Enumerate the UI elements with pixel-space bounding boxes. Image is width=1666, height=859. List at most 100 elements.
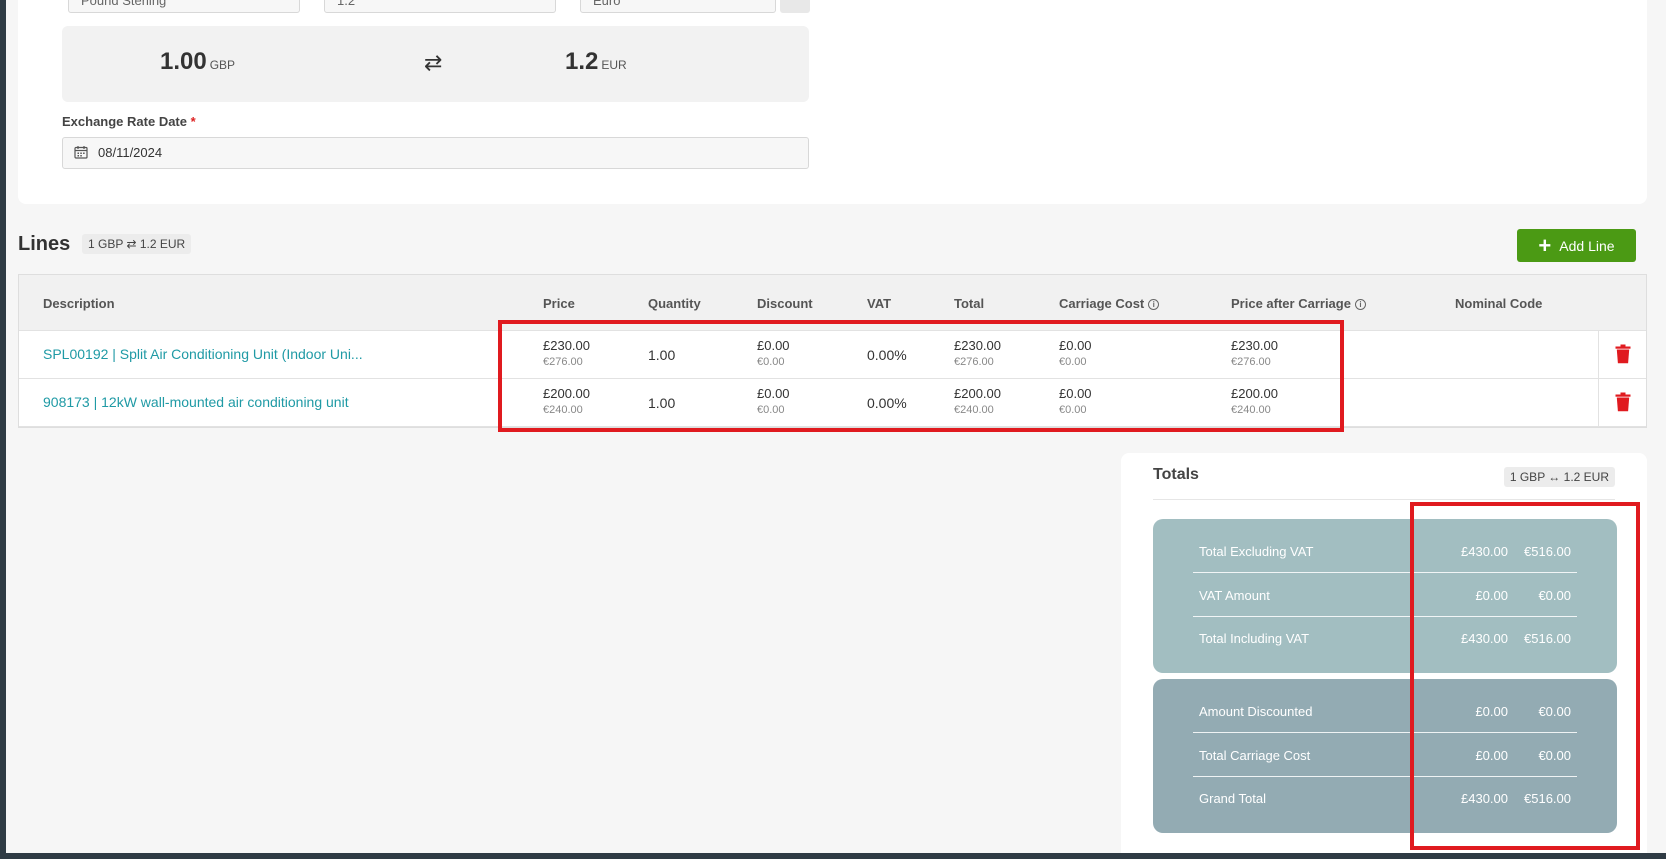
- totals-row-gbp: £430.00: [1461, 631, 1508, 646]
- totals-block-grand: Amount Discounted £0.00 €0.00 Total Carr…: [1153, 679, 1617, 833]
- totals-row-gbp: £430.00: [1461, 791, 1508, 806]
- exchange-date-label: Exchange Rate Date *: [62, 114, 196, 129]
- divider: [1153, 499, 1615, 500]
- totals-row-gbp: £430.00: [1461, 544, 1508, 559]
- totals-row: Grand Total £430.00 €516.00: [1193, 777, 1577, 820]
- totals-card: Totals 1 GBP ↔ 1.2 EUR Total Excluding V…: [1121, 453, 1647, 853]
- totals-row-eur: €0.00: [1538, 588, 1571, 603]
- lines-rate-badge: 1 GBP ⇄ 1.2 EUR: [82, 234, 192, 254]
- after-carriage-gbp: £230.00: [1231, 338, 1278, 353]
- currency-select[interactable]: Pound Sterling: [68, 0, 300, 13]
- add-line-button[interactable]: + Add Line: [1517, 229, 1636, 262]
- total-gbp: £200.00: [954, 386, 1001, 401]
- col-total[interactable]: Total: [954, 296, 984, 311]
- line-discount: £0.00 €0.00: [757, 386, 790, 416]
- totals-row-gbp: £0.00: [1475, 588, 1508, 603]
- col-discount[interactable]: Discount: [757, 296, 813, 311]
- line-vat: 0.00%: [867, 395, 907, 411]
- line-vat: 0.00%: [867, 347, 907, 363]
- exchange-date-field[interactable]: 08/11/2024: [62, 137, 809, 169]
- after-carriage-gbp: £200.00: [1231, 386, 1278, 401]
- totals-row: Amount Discounted £0.00 €0.00: [1193, 690, 1577, 733]
- table-row: 908173 | 12kW wall-mounted air condition…: [19, 379, 1646, 427]
- exchange-date-value: 08/11/2024: [98, 145, 163, 160]
- exchange-date-label-text: Exchange Rate Date: [62, 114, 187, 129]
- totals-row-label: Total Including VAT: [1199, 631, 1310, 646]
- carriage-gbp: £0.00: [1059, 386, 1092, 401]
- line-price: £230.00 €276.00: [543, 338, 590, 368]
- totals-row-label: Amount Discounted: [1199, 704, 1313, 719]
- totals-row-eur: €516.00: [1524, 631, 1571, 646]
- col-carriage-cost[interactable]: Carriage Cost i: [1059, 296, 1160, 311]
- currency-card: Pound Sterling 1.2 Euro 1.00 GBP ⇄ 1.2 EUR…: [18, 0, 1647, 204]
- total-eur: €240.00: [954, 404, 994, 416]
- totals-row-eur: €516.00: [1524, 791, 1571, 806]
- line-description-link[interactable]: SPL00192 | Split Air Conditioning Unit (…: [43, 346, 363, 362]
- col-carriage-cost-label: Carriage Cost: [1059, 296, 1145, 311]
- add-line-label: Add Line: [1559, 237, 1615, 254]
- totals-row-label: Total Excluding VAT: [1199, 544, 1314, 559]
- col-price[interactable]: Price: [543, 296, 575, 311]
- col-vat[interactable]: VAT: [867, 296, 891, 311]
- totals-row-label: VAT Amount: [1199, 588, 1270, 603]
- line-description-link[interactable]: 908173 | 12kW wall-mounted air condition…: [43, 394, 349, 410]
- discount-eur: €0.00: [757, 404, 785, 416]
- rate-to-value: 1.2: [565, 48, 599, 75]
- line-carriage: £0.00 €0.00: [1059, 338, 1092, 368]
- discount-gbp: £0.00: [757, 338, 790, 353]
- after-carriage-eur: €276.00: [1231, 356, 1271, 368]
- totals-row: Total Excluding VAT £430.00 €516.00: [1193, 530, 1577, 573]
- after-carriage-eur: €240.00: [1231, 404, 1271, 416]
- line-carriage: £0.00 €0.00: [1059, 386, 1092, 416]
- totals-row: Total Carriage Cost £0.00 €0.00: [1193, 734, 1577, 777]
- carriage-eur: €0.00: [1059, 404, 1087, 416]
- rate-to: 1.2 EUR: [565, 48, 627, 76]
- rate-from: 1.00 GBP: [160, 48, 235, 76]
- info-icon[interactable]: i: [1354, 299, 1366, 310]
- discount-eur: €0.00: [757, 356, 785, 368]
- line-quantity: 1.00: [648, 347, 676, 363]
- totals-block-vat: Total Excluding VAT £430.00 €516.00 VAT …: [1153, 519, 1617, 673]
- col-quantity[interactable]: Quantity: [648, 296, 701, 311]
- totals-row-eur: €0.00: [1538, 704, 1571, 719]
- exchange-rate-input[interactable]: 1.2: [324, 0, 556, 13]
- rate-from-value: 1.00: [160, 48, 207, 75]
- totals-row: Total Including VAT £430.00 €516.00: [1193, 617, 1577, 660]
- price-gbp: £230.00: [543, 338, 590, 353]
- line-total: £200.00 €240.00: [954, 386, 1001, 416]
- col-nominal-code[interactable]: Nominal Code: [1455, 296, 1542, 311]
- table-header: Description Price Quantity Discount VAT …: [19, 275, 1646, 331]
- col-price-after-carriage-label: Price after Carriage: [1231, 296, 1351, 311]
- totals-row-gbp: £0.00: [1475, 748, 1508, 763]
- line-price: £200.00 €240.00: [543, 386, 590, 416]
- rate-to-currency: EUR: [601, 58, 627, 72]
- carriage-gbp: £0.00: [1059, 338, 1092, 353]
- page: Pound Sterling 1.2 Euro 1.00 GBP ⇄ 1.2 EUR…: [6, 0, 1666, 853]
- col-description[interactable]: Description: [43, 296, 115, 311]
- trash-icon[interactable]: [1615, 344, 1631, 364]
- price-eur: €240.00: [543, 404, 583, 416]
- target-currency-select[interactable]: Euro: [580, 0, 776, 13]
- required-mark: *: [190, 114, 196, 129]
- calendar-icon: [74, 146, 88, 159]
- line-total: £230.00 €276.00: [954, 338, 1001, 368]
- plus-icon: +: [1538, 232, 1552, 258]
- trash-icon[interactable]: [1615, 392, 1631, 412]
- table-row: SPL00192 | Split Air Conditioning Unit (…: [19, 331, 1646, 379]
- rate-from-currency: GBP: [209, 58, 236, 72]
- price-eur: €276.00: [543, 356, 583, 368]
- info-icon[interactable]: i: [1148, 299, 1160, 310]
- lines-title: Lines: [18, 233, 71, 255]
- totals-row-gbp: £0.00: [1475, 704, 1508, 719]
- totals-rate-badge: 1 GBP ↔ 1.2 EUR: [1503, 467, 1615, 487]
- discount-gbp: £0.00: [757, 386, 790, 401]
- currency-action-button[interactable]: [780, 0, 810, 13]
- delete-cell: [1598, 331, 1646, 378]
- col-price-after-carriage[interactable]: Price after Carriage i: [1231, 296, 1366, 311]
- line-quantity: 1.00: [648, 395, 676, 411]
- swap-arrows-icon[interactable]: ⇄: [424, 50, 442, 76]
- delete-cell: [1598, 379, 1646, 426]
- line-price-after-carriage: £230.00 €276.00: [1231, 338, 1278, 368]
- line-price-after-carriage: £200.00 €240.00: [1231, 386, 1278, 416]
- totals-row-eur: €0.00: [1538, 748, 1571, 763]
